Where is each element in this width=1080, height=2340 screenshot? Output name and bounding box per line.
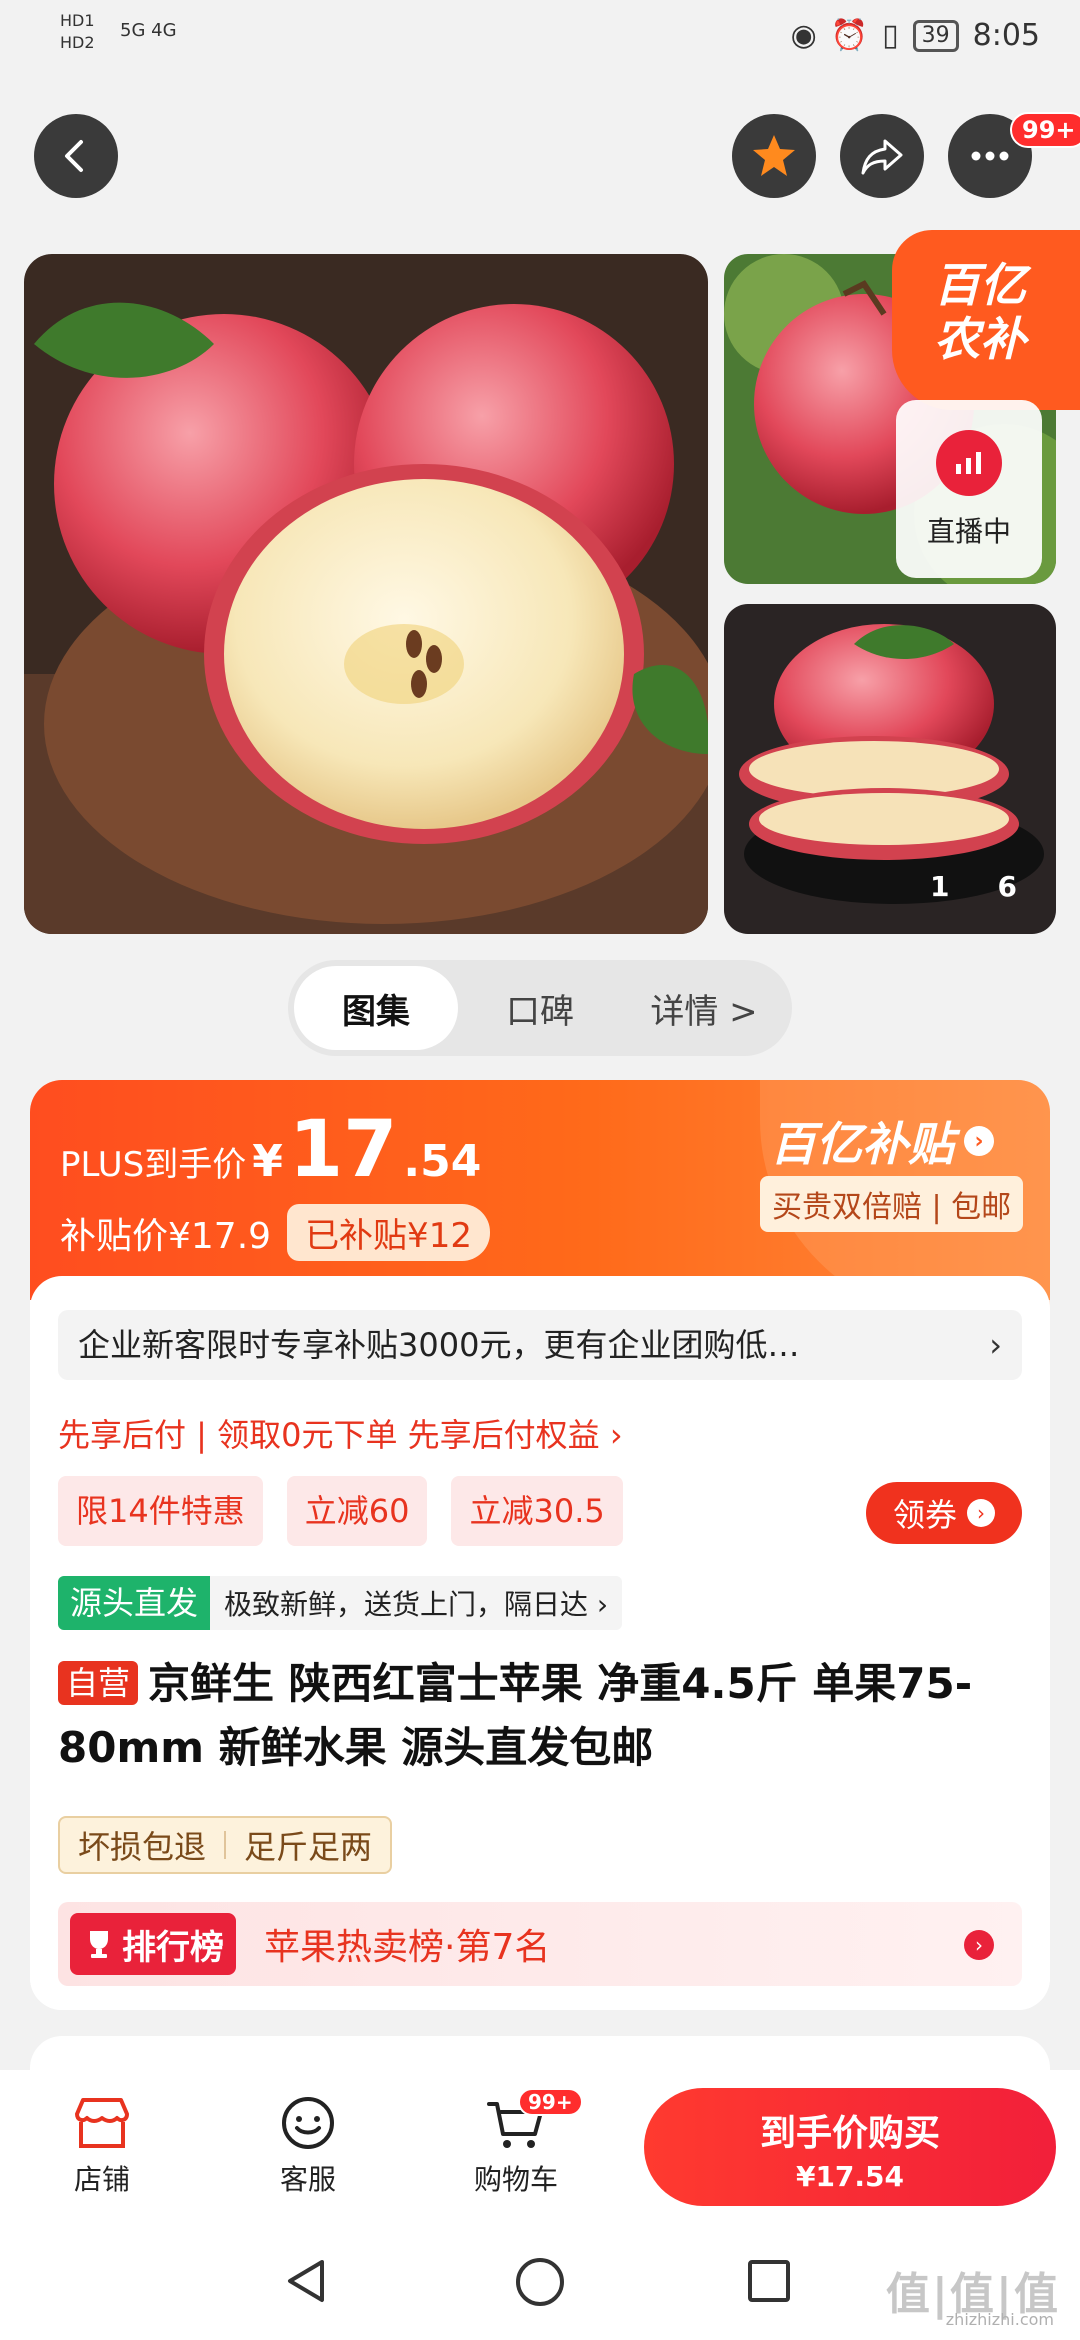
currency-symbol: ¥ [252,1136,283,1187]
promo-tag[interactable]: 立减30.5 [451,1476,623,1546]
coupon-label: 领券 [892,1496,957,1534]
brand-guarantee: 买贵双倍赔 | 包邮 [760,1176,1024,1232]
trophy-icon [90,1931,108,1958]
clock: 8:05 [972,18,1040,53]
ranking-bar[interactable]: 排行榜 苹果热卖榜·第7名 › [58,1902,1022,1986]
star-icon [753,135,795,176]
store-label: 店铺 [73,2163,130,2196]
live-bars-icon [936,430,1002,496]
guarantee-damage: 坏损包退 [78,1828,207,1866]
share-icon [861,139,903,175]
eye-icon: ◉ [790,18,817,53]
buy-now-button[interactable]: 到手价购买 ¥17.54 [644,2088,1056,2206]
network-indicator: 5G 4G [120,20,177,41]
store-button[interactable]: 店铺 [42,2088,162,2198]
media-tabs: 图集 口碑 详情 > [288,960,792,1056]
share-button[interactable] [840,114,924,198]
status-right: ◉ ⏰ ▯ 39 8:05 [791,18,1040,53]
enterprise-offer-text: 企业新客限时专享补贴3000元，更有企业团购低… [78,1326,800,1364]
chevron-right-icon: › [964,1930,994,1960]
live-label: 直播中 [926,515,1011,548]
smile-chat-icon [282,2097,334,2149]
subsidy-tag-text: 百亿 农补 [934,258,1026,366]
buy-label: 到手价购买 [759,2113,940,2154]
nav-back-icon[interactable] [282,2256,332,2306]
product-info-card: PLUS到手价 ¥ 17 .54 补贴价¥17.9 已补贴¥12 百亿补贴 › … [30,1080,1050,2010]
back-button[interactable] [34,114,118,198]
price-banner: PLUS到手价 ¥ 17 .54 补贴价¥17.9 已补贴¥12 百亿补贴 › … [30,1080,1050,1320]
origin-shipping-bar[interactable]: 源头直发 极致新鲜，送货上门，隔日达 › [58,1576,623,1630]
get-coupon-button[interactable]: 领券 › [866,1482,1022,1544]
more-dots-icon [971,151,1009,161]
brand-logo-text: 百亿补贴 [770,1117,954,1171]
vibrate-icon: ▯ [882,18,899,53]
promo-tag[interactable]: 立减60 [286,1476,428,1546]
hd2-indicator: HD2 [60,33,95,52]
back-arrow-icon [65,140,83,172]
service-label: 客服 [279,2163,336,2196]
favorite-button[interactable] [732,114,816,198]
cart-label: 购物车 [473,2163,558,2196]
battery-icon: 39 [912,19,959,52]
watermark-url: zhizhizhi.com [945,2310,1054,2329]
customer-service-button[interactable]: 客服 [248,2088,368,2198]
subsidy-price: 补贴价¥17.9 [60,1215,272,1257]
subsidy-corner-tag: 百亿 农补 [892,230,1080,410]
plus-price-line: PLUS到手价 ¥ 17 .54 [60,1110,481,1190]
chevron-right-icon: › [989,1326,1002,1364]
chevron-right-icon: › [967,1499,995,1527]
origin-tag: 源头直发 [58,1576,211,1630]
chevron-right-icon: › [964,1126,994,1156]
status-bar: HD1 HD2 5G 4G ◉ ⏰ ▯ 39 8:05 [0,0,1080,80]
subsidy-price-line: 补贴价¥17.9 已补贴¥12 [60,1204,490,1261]
promo-list: 限14件特惠 立减60 立减30.5 [58,1476,623,1546]
product-title: 自营 京鲜生 陕西红富士苹果 净重4.5斤 单果75-80mm 新鲜水果 源头直发… [58,1652,1018,1780]
self-operated-tag: 自营 [58,1661,139,1705]
ranking-tag-label: 排行榜 [122,1927,224,1968]
cart-button[interactable]: 99+ 购物车 [456,2088,583,2198]
photo-counter: 16 [930,870,1065,903]
price-integer: 17 [288,1105,398,1195]
plus-price-label: PLUS到手价 [60,1145,247,1185]
tab-reviews[interactable]: 口碑 [458,966,622,1050]
bottom-action-bar: 店铺 客服 99+ 购物车 到手价购买 ¥17.54 [0,2070,1080,2220]
hd1-indicator: HD1 [60,11,95,30]
origin-text: 极致新鲜，送货上门，隔日达 › [224,1588,609,1621]
nav-recents-icon[interactable] [744,2256,794,2306]
product-gallery[interactable]: 百亿 农补 直播中 16 [0,230,1080,940]
main-product-photo[interactable] [24,254,708,934]
guarantee-tags[interactable]: 坏损包退 足斤足两 [58,1816,393,1874]
nav-home-icon[interactable] [514,2256,566,2308]
tab-gallery[interactable]: 图集 [294,966,458,1050]
ranking-text: 苹果热卖榜·第7名 [264,1927,551,1968]
promo-tag[interactable]: 限14件特惠 [58,1476,263,1546]
tab-details[interactable]: 详情 > [622,966,786,1050]
price-decimal: .54 [403,1136,482,1187]
ranking-tag: 排行榜 [70,1913,236,1975]
photo-counter-total: 6 [997,870,1065,903]
status-left: HD1 HD2 5G 4G [60,10,177,54]
photo-counter-current: 1 [930,870,998,903]
more-badge: 99+ [1010,112,1080,148]
guarantee-weight: 足斤足两 [244,1828,373,1866]
alarm-icon: ⏰ [830,18,869,53]
billion-subsidy-logo[interactable]: 百亿补贴 › [770,1108,994,1174]
cart-badge: 99+ [518,2088,583,2116]
store-icon [75,2098,129,2148]
product-details: 企业新客限时专享补贴3000元，更有企业团购低… › 先享后付 | 领取0元下单… [30,1276,1050,2010]
product-title-text: 京鲜生 陕西红富士苹果 净重4.5斤 单果75-80mm 新鲜水果 源头直发包邮 [58,1659,973,1772]
buy-price: ¥17.54 [795,2160,905,2193]
subsidized-badge: 已补贴¥12 [287,1204,490,1261]
pay-later-link[interactable]: 先享后付 | 领取0元下单 先享后付权益 › [58,1410,623,1456]
enterprise-offer-bar[interactable]: 企业新客限时专享补贴3000元，更有企业团购低… › [58,1310,1022,1380]
live-stream-button[interactable]: 直播中 [896,400,1042,578]
